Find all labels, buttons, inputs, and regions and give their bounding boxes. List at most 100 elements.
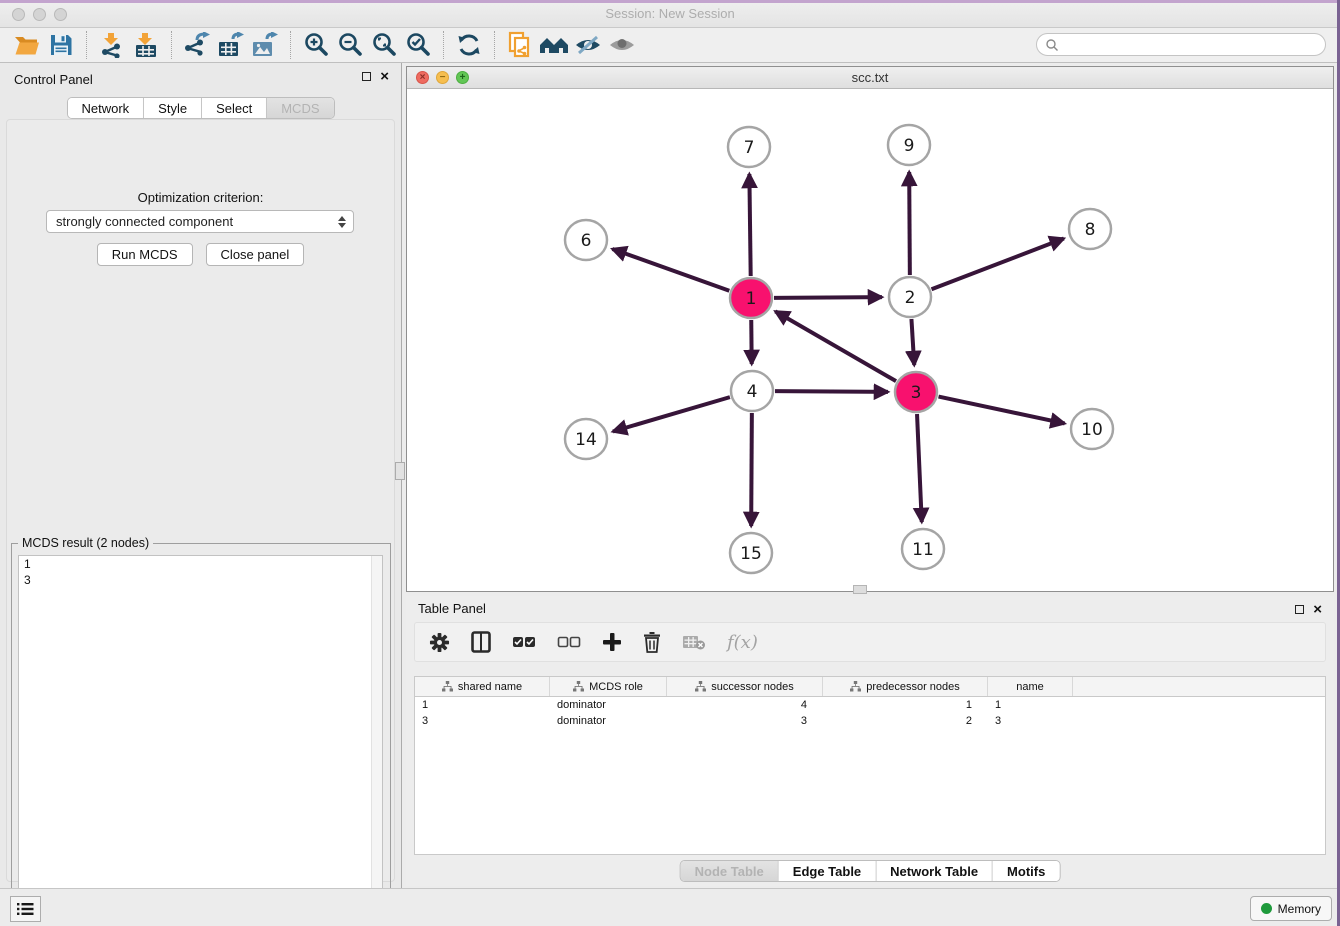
column-header-predecessor-nodes[interactable]: predecessor nodes xyxy=(823,677,988,696)
graph-node-4[interactable]: 4 xyxy=(731,371,773,411)
float-panel-icon[interactable] xyxy=(362,72,371,81)
import-table-button[interactable] xyxy=(129,30,163,60)
table-settings-button[interactable] xyxy=(429,632,450,653)
hide-selected-button[interactable] xyxy=(571,30,605,60)
open-session-button[interactable] xyxy=(10,30,44,60)
main-toolbar xyxy=(0,28,1340,63)
graph-edge-3-1[interactable] xyxy=(775,311,896,381)
save-session-button[interactable] xyxy=(44,30,78,60)
graph-node-11[interactable]: 11 xyxy=(902,529,944,569)
svg-text:2: 2 xyxy=(905,288,916,308)
tab-motifs[interactable]: Motifs xyxy=(993,861,1059,881)
svg-text:1: 1 xyxy=(746,289,757,309)
graph-node-10[interactable]: 10 xyxy=(1071,409,1113,449)
graph-edge-4-3[interactable] xyxy=(775,391,888,392)
network-window-titlebar[interactable]: × − + scc.txt xyxy=(407,67,1333,89)
graph-node-8[interactable]: 8 xyxy=(1069,209,1111,249)
run-mcds-button[interactable]: Run MCDS xyxy=(97,243,193,266)
import-network-button[interactable] xyxy=(95,30,129,60)
graph-edge-3-11[interactable] xyxy=(917,414,922,522)
optimization-criterion-label: Optimization criterion: xyxy=(7,190,394,205)
graph-node-9[interactable]: 9 xyxy=(888,125,930,165)
toolbar-separator xyxy=(290,31,291,59)
graph-node-6[interactable]: 6 xyxy=(565,220,607,260)
tab-select[interactable]: Select xyxy=(202,98,267,118)
zoom-selected-icon xyxy=(405,32,431,58)
task-history-button[interactable] xyxy=(10,896,41,922)
list-icon xyxy=(17,902,34,916)
first-neighbors-button[interactable] xyxy=(537,30,571,60)
node-table[interactable]: shared name MCDS role successor nodes pr… xyxy=(414,676,1326,855)
column-header-name[interactable]: name xyxy=(988,677,1073,696)
graph-edge-1-6[interactable] xyxy=(612,249,729,291)
deselect-all-icon[interactable] xyxy=(557,636,581,648)
graph-node-7[interactable]: 7 xyxy=(728,127,770,167)
table-row[interactable]: 3 dominator 3 2 3 xyxy=(415,713,1325,729)
control-panel: Control Panel × Network Style Select MCD… xyxy=(0,63,402,888)
horizontal-splitter-handle[interactable] xyxy=(853,585,867,594)
svg-text:9: 9 xyxy=(904,136,915,156)
graph-edge-1-7[interactable] xyxy=(749,174,750,276)
graph-edge-1-2[interactable] xyxy=(774,297,882,298)
network-graph[interactable]: 7 9 6 8 1 2 4 3 14 10 15 11 xyxy=(407,89,1333,591)
tab-network[interactable]: Network xyxy=(67,98,144,118)
tab-style[interactable]: Style xyxy=(144,98,202,118)
svg-text:7: 7 xyxy=(744,138,755,158)
svg-text:14: 14 xyxy=(575,430,597,450)
graph-node-2[interactable]: 2 xyxy=(889,277,931,317)
zoom-selected-button[interactable] xyxy=(401,30,435,60)
vertical-splitter-handle[interactable] xyxy=(395,462,405,480)
float-table-panel-icon[interactable] xyxy=(1295,605,1304,614)
network-window-title: scc.txt xyxy=(407,70,1333,85)
export-network-button[interactable] xyxy=(180,30,214,60)
search-input[interactable] xyxy=(1059,38,1299,52)
delete-column-button[interactable] xyxy=(643,631,661,653)
close-panel-button[interactable]: Close panel xyxy=(206,243,305,266)
search-field[interactable] xyxy=(1036,33,1326,56)
eye-icon xyxy=(608,34,636,56)
close-panel-icon[interactable]: × xyxy=(380,71,389,82)
graph-node-1[interactable]: 1 xyxy=(730,278,772,318)
show-columns-button[interactable] xyxy=(471,631,491,653)
column-header-successor-nodes[interactable]: successor nodes xyxy=(667,677,823,696)
table-panel: Table Panel × f(x) shared name MCDS role… xyxy=(406,596,1334,886)
zoom-fit-button[interactable] xyxy=(367,30,401,60)
add-column-button[interactable] xyxy=(602,632,622,652)
memory-status-icon xyxy=(1261,903,1272,914)
zoom-in-icon xyxy=(303,32,329,58)
export-table-icon xyxy=(217,32,245,58)
export-table-button[interactable] xyxy=(214,30,248,60)
graph-edge-4-14[interactable] xyxy=(613,397,730,431)
refresh-view-button[interactable] xyxy=(452,30,486,60)
graph-node-15[interactable]: 15 xyxy=(730,533,772,573)
tab-mcds[interactable]: MCDS xyxy=(267,98,333,118)
network-view-window: × − + scc.txt 7 9 6 8 1 2 4 3 14 10 15 11 xyxy=(406,66,1334,592)
memory-button[interactable]: Memory xyxy=(1250,896,1332,921)
save-floppy-icon xyxy=(49,33,73,57)
graph-node-3[interactable]: 3 xyxy=(895,372,937,412)
close-table-panel-icon[interactable]: × xyxy=(1313,604,1322,615)
graph-node-14[interactable]: 14 xyxy=(565,419,607,459)
graph-edge-2-9[interactable] xyxy=(909,172,910,275)
table-row[interactable]: 1 dominator 4 1 1 xyxy=(415,697,1325,713)
optimization-criterion-select[interactable]: strongly connected component xyxy=(46,210,354,233)
result-scrollbar[interactable] xyxy=(371,556,382,914)
optimization-criterion-value: strongly connected component xyxy=(56,214,233,229)
delete-table-button-disabled xyxy=(682,634,706,650)
column-header-mcds-role[interactable]: MCDS role xyxy=(550,677,667,696)
graph-edge-4-15[interactable] xyxy=(751,413,752,526)
export-image-button[interactable] xyxy=(248,30,282,60)
tab-edge-table[interactable]: Edge Table xyxy=(779,861,876,881)
clone-network-button[interactable] xyxy=(503,30,537,60)
mcds-result-textarea[interactable]: 1 3 xyxy=(18,555,383,915)
column-header-shared-name[interactable]: shared name xyxy=(415,677,550,696)
tab-node-table[interactable]: Node Table xyxy=(681,861,779,881)
graph-edge-3-10[interactable] xyxy=(939,397,1065,424)
select-all-icon[interactable] xyxy=(512,636,536,648)
graph-edge-2-3[interactable] xyxy=(911,319,914,365)
show-all-button[interactable] xyxy=(605,30,639,60)
zoom-in-button[interactable] xyxy=(299,30,333,60)
tab-network-table[interactable]: Network Table xyxy=(876,861,993,881)
graph-edge-2-8[interactable] xyxy=(932,239,1064,290)
zoom-out-button[interactable] xyxy=(333,30,367,60)
